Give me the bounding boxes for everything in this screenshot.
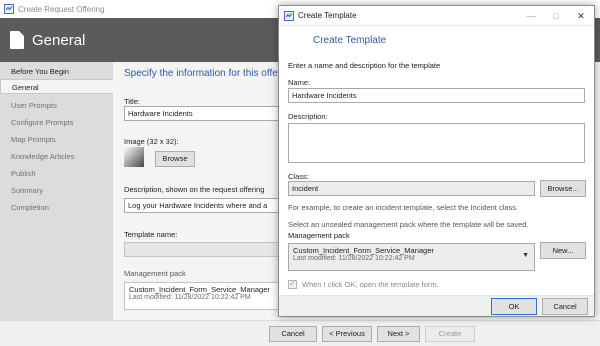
create-template-dialog: Create Template — □ ✕ Create Template En… (278, 5, 595, 317)
nav-item-publish[interactable]: Publish (0, 166, 113, 181)
open-template-checkbox-label: When I click OK, open the template form. (302, 280, 439, 289)
template-name-field[interactable]: Hardware Incidents (288, 88, 585, 103)
next-button[interactable]: Next > (377, 326, 420, 342)
new-mp-button[interactable]: New... (540, 242, 586, 259)
wizard-step-nav: Before You Begin General User Prompts Co… (0, 62, 113, 320)
dialog-window-title: Create Template (298, 11, 357, 20)
wizard-cancel-button[interactable]: Cancel (269, 326, 317, 342)
open-template-checkbox[interactable] (288, 279, 297, 289)
template-description-field[interactable] (288, 123, 585, 163)
title-input[interactable]: Hardware Incidents (124, 106, 284, 121)
mp-label: Management pack (288, 231, 350, 240)
class-hint: For example, to create an incident templ… (288, 203, 519, 212)
offering-image-preview (124, 147, 144, 167)
close-icon[interactable]: ✕ (572, 9, 590, 23)
template-name-input[interactable] (124, 242, 284, 257)
dialog-heading: Create Template (313, 35, 387, 46)
nav-item-knowledge-articles[interactable]: Knowledge Articles (0, 149, 113, 164)
document-icon (10, 31, 24, 49)
nav-item-completion[interactable]: Completion (0, 200, 113, 215)
wizard-window-title: Create Request Offering (18, 4, 105, 14)
class-browse-button[interactable]: Browse... (540, 180, 586, 197)
mp-instruction: Select an unsealed management pack where… (288, 220, 529, 229)
previous-button[interactable]: < Previous (322, 326, 372, 342)
wizard-mp-modified: Last modified: 11/28/2022 10:22:42 PM (129, 294, 251, 301)
wizard-section-heading: Specify the information for this offe (124, 68, 278, 79)
open-template-option: When I click OK, open the template form. (288, 279, 439, 289)
ok-button[interactable]: OK (491, 298, 537, 315)
description-label: Description: (288, 112, 328, 121)
nav-item-configure-prompts[interactable]: Configure Prompts (0, 115, 113, 130)
maximize-icon[interactable]: □ (547, 9, 565, 23)
dialog-cancel-button[interactable]: Cancel (542, 298, 588, 315)
wizard-page-title: General (32, 31, 86, 49)
nav-item-general[interactable]: General (0, 79, 113, 94)
dialog-titlebar: Create Template — □ ✕ (279, 6, 594, 26)
mp-selected-name: Custom_Incident_Form_Service_Manager (293, 246, 434, 255)
service-manager-icon (4, 4, 14, 14)
image-label: Image (32 x 32): (124, 137, 179, 146)
nav-item-before-you-begin[interactable]: Before You Begin (0, 64, 113, 79)
create-button[interactable]: Create (425, 326, 475, 342)
template-name-label: Template name: (124, 230, 178, 239)
description-label: Description, shown on the request offeri… (124, 185, 265, 194)
service-manager-icon (284, 10, 294, 21)
chevron-down-icon: ▼ (522, 252, 529, 259)
minimize-icon[interactable]: — (522, 9, 540, 23)
wizard-mp-name: Custom_Incident_Form_Service_Manager (129, 285, 270, 294)
title-label: Title: (124, 97, 140, 106)
name-label: Name: (288, 78, 311, 87)
dialog-intro: Enter a name and description for the tem… (288, 61, 441, 70)
image-browse-button[interactable]: Browse (155, 151, 195, 167)
wizard-footer: Cancel < Previous Next > Create (0, 320, 600, 346)
wizard-mp-box[interactable]: Custom_Incident_Form_Service_Manager Las… (124, 282, 284, 310)
class-label: Class: (288, 172, 309, 181)
description-input[interactable]: Log your Hardware Incidents where and a (124, 198, 284, 213)
management-pack-select[interactable]: Custom_Incident_Form_Service_Manager Las… (288, 243, 535, 271)
dialog-footer: OK Cancel (279, 295, 594, 316)
class-field[interactable]: Incident (288, 181, 535, 196)
nav-item-map-prompts[interactable]: Map Prompts (0, 132, 113, 147)
nav-item-summary[interactable]: Summary (0, 183, 113, 198)
nav-item-user-prompts[interactable]: User Prompts (0, 98, 113, 113)
mp-selected-modified: Last modified: 11/28/2022 10:22:42 PM (293, 255, 415, 262)
wizard-mp-label: Management pack (124, 269, 186, 278)
